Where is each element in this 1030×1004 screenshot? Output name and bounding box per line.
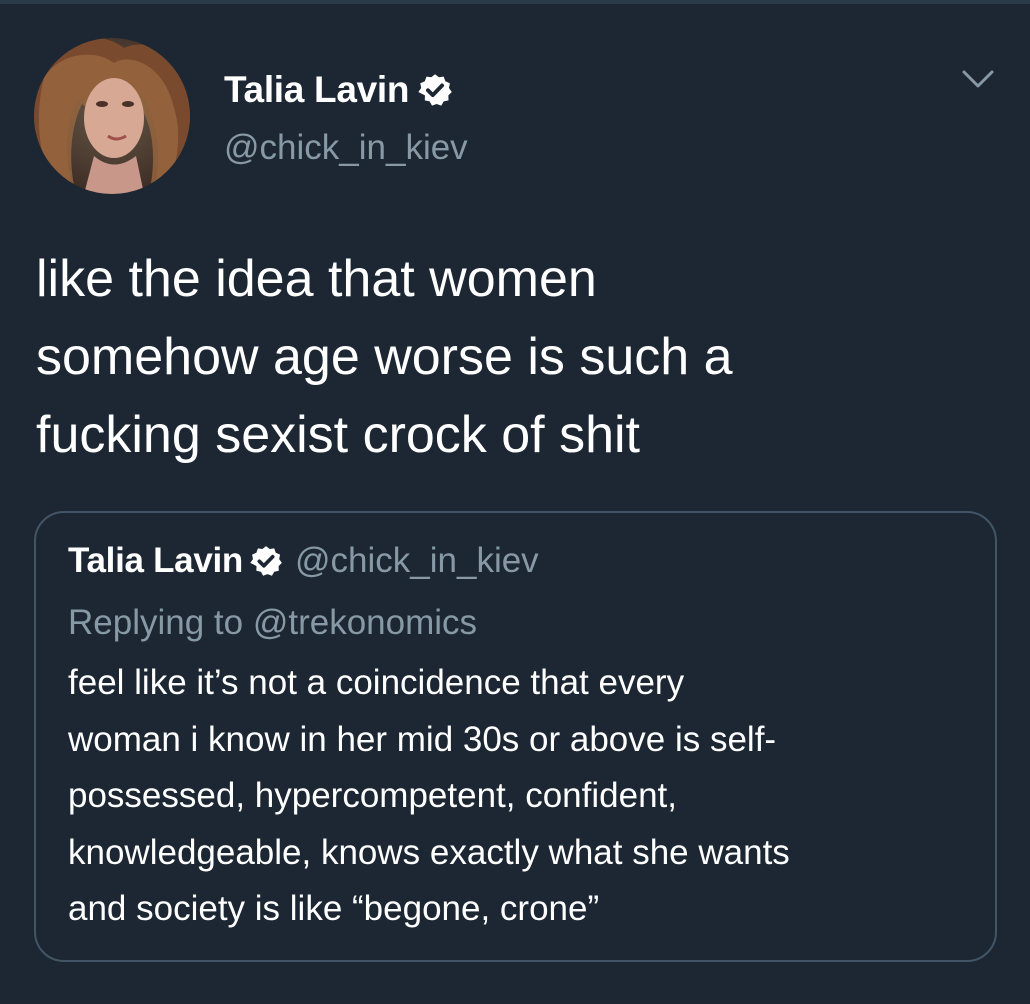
tweet-text: like the idea that women somehow age wor…: [36, 250, 733, 464]
verified-badge-icon: [249, 544, 283, 578]
quoted-author-handle: @chick_in_kiev: [295, 541, 539, 580]
quoted-author-row: Talia Lavin @chick_in_kiev: [68, 541, 539, 581]
avatar[interactable]: [34, 38, 190, 194]
verified-badge-icon: [417, 72, 453, 108]
quoted-tweet[interactable]: Talia Lavin @chick_in_kiev Replying to @…: [34, 511, 997, 962]
profile-photo-icon: [34, 38, 190, 194]
quoted-tweet-text: feel like it’s not a coincidence that ev…: [68, 663, 790, 928]
author-display-name[interactable]: Talia Lavin: [224, 69, 409, 111]
replying-to-label: Replying to @trekonomics: [68, 603, 478, 642]
author-handle[interactable]: @chick_in_kiev: [224, 128, 468, 168]
tweet: Talia Lavin @chick_in_kiev like the idea…: [0, 0, 1030, 1004]
quoted-author-display-name: Talia Lavin: [68, 541, 243, 580]
author-name-row[interactable]: Talia Lavin: [224, 69, 453, 111]
chevron-down-icon[interactable]: [958, 64, 998, 94]
